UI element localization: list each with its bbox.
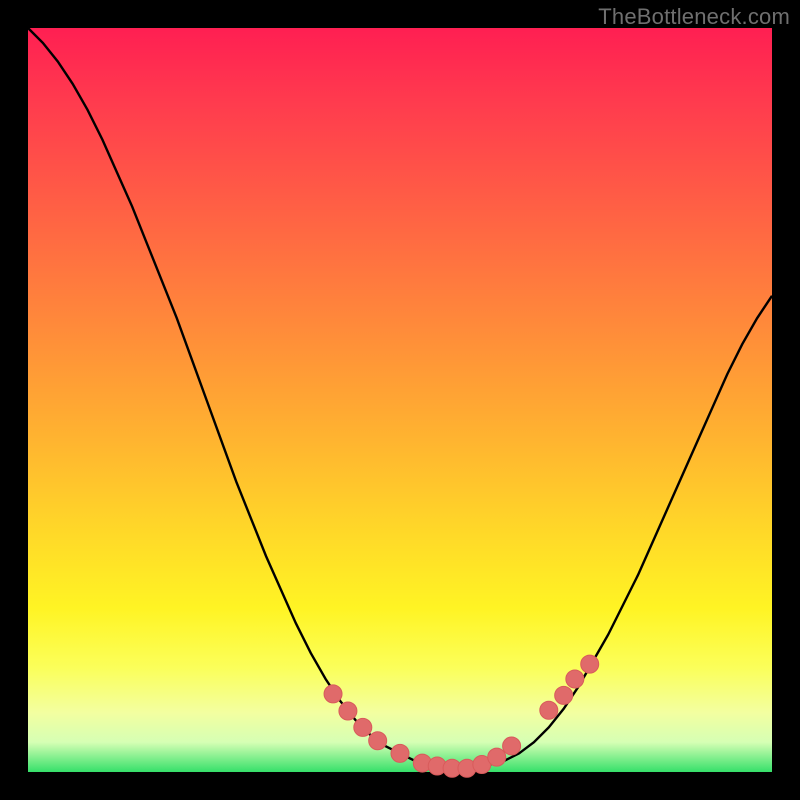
curve-marker [354,718,372,736]
curve-layer [28,28,772,772]
curve-marker [339,702,357,720]
curve-marker [581,655,599,673]
curve-marker [391,744,409,762]
curve-marker [540,701,558,719]
curve-marker [369,732,387,750]
curve-marker [324,685,342,703]
plot-area [28,28,772,772]
bottleneck-curve [28,28,772,768]
curve-marker [555,686,573,704]
curve-marker [566,670,584,688]
curve-marker [503,737,521,755]
curve-marker [488,748,506,766]
chart-frame: TheBottleneck.com [0,0,800,800]
watermark-text: TheBottleneck.com [598,4,790,30]
